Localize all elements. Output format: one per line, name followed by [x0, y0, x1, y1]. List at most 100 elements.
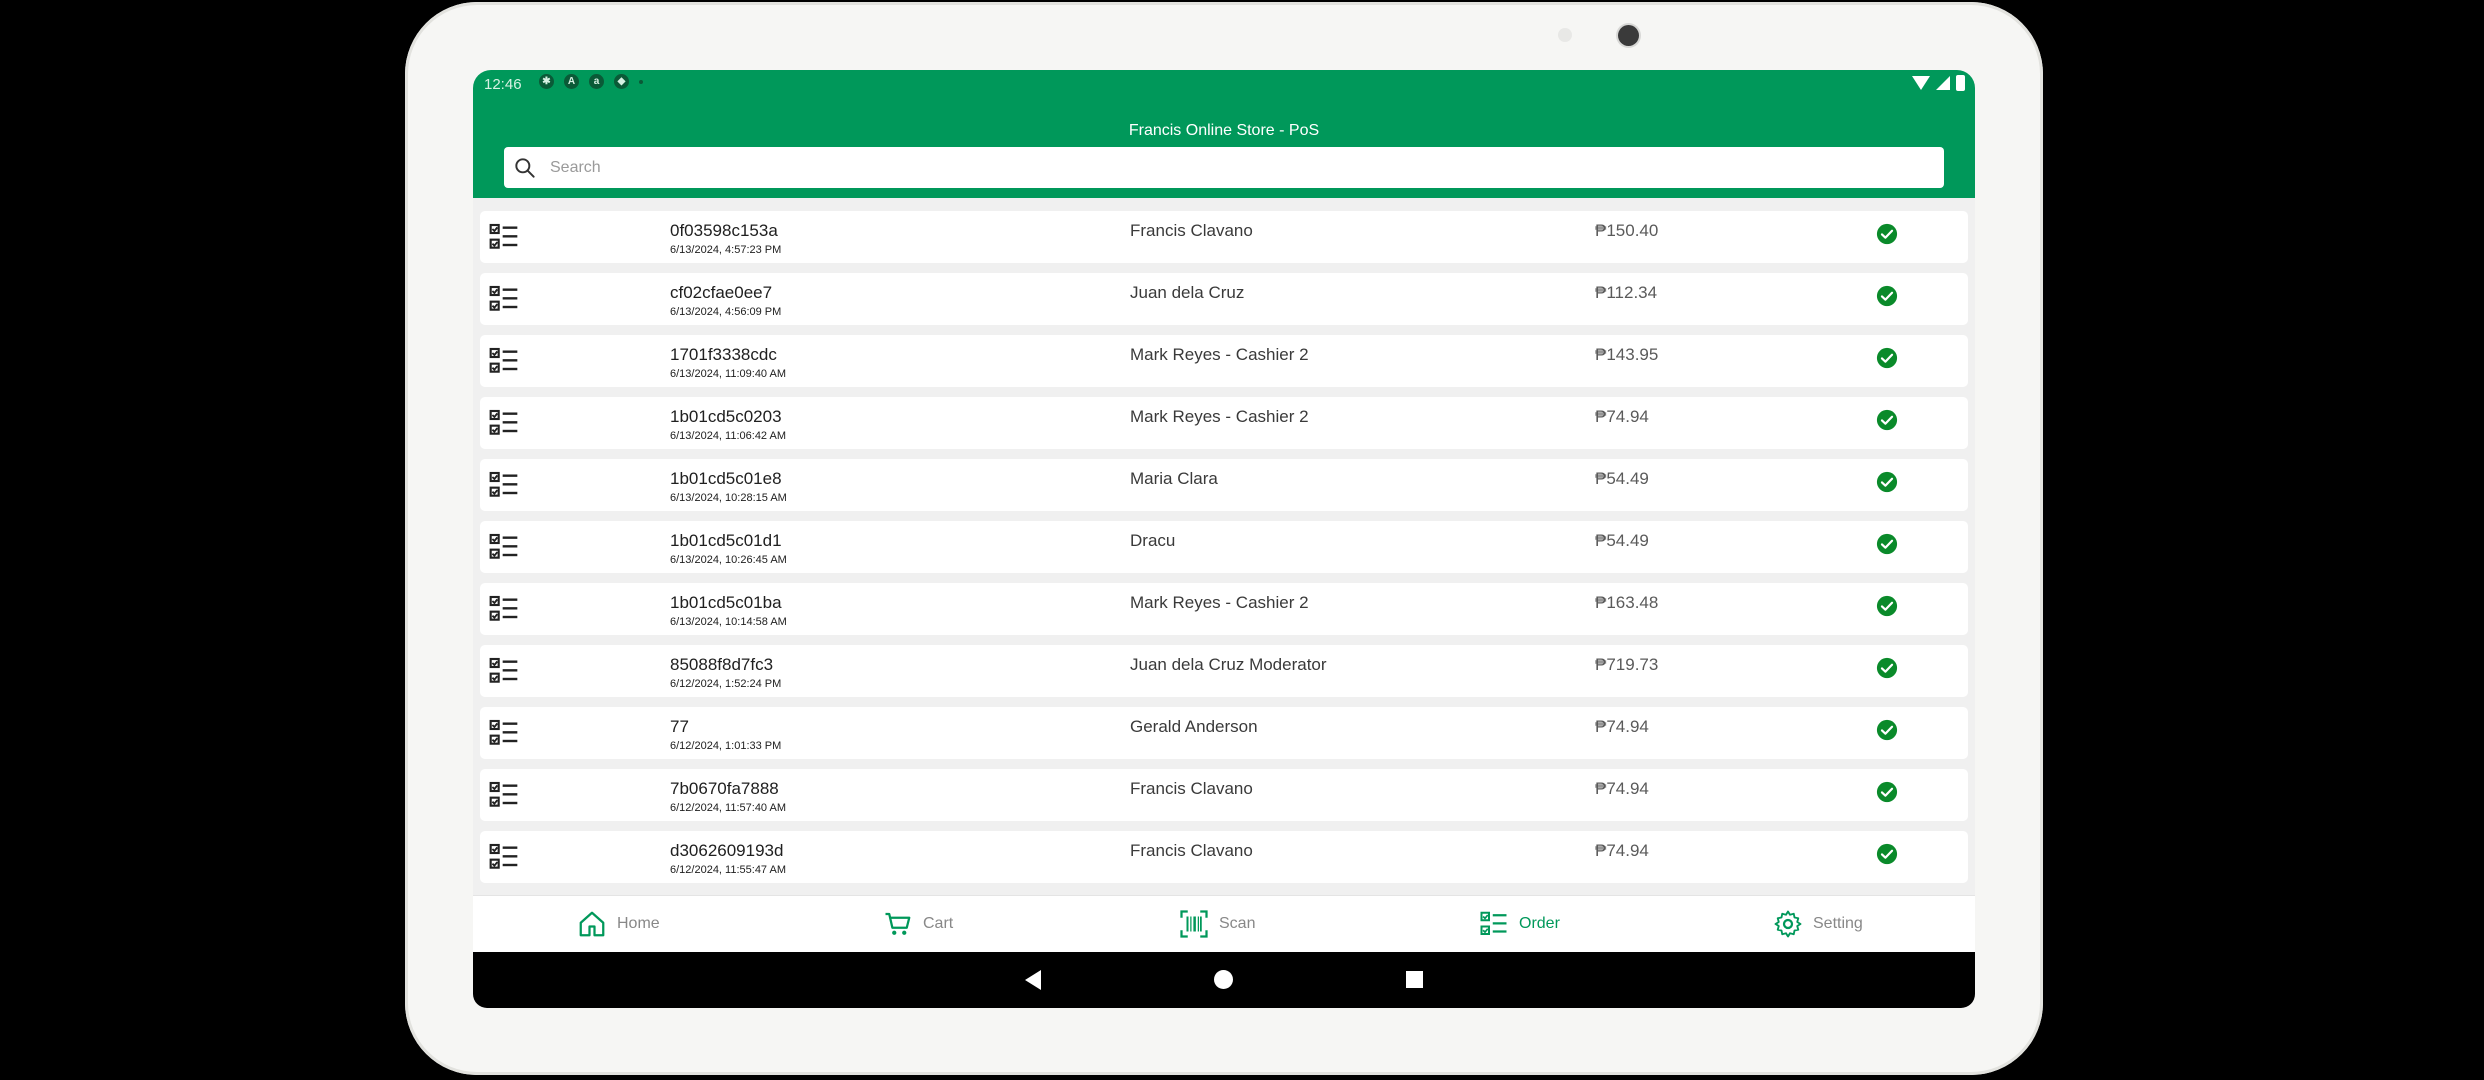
- system-navigation-bar: [473, 952, 1975, 1008]
- app-screen: 12:46 ✱ A a ◆ Francis Online Store - PoS…: [473, 70, 1975, 1008]
- nav-order[interactable]: Order: [1479, 909, 1560, 939]
- order-customer: Juan dela Cruz: [1130, 283, 1245, 302]
- search-bar[interactable]: Search: [504, 147, 1944, 188]
- nav-home[interactable]: Home: [577, 909, 660, 939]
- order-list-icon: [488, 531, 520, 563]
- order-date: 6/13/2024, 10:28:15 AM: [670, 492, 787, 504]
- nav-setting-label: Setting: [1813, 915, 1863, 932]
- order-customer: Gerald Anderson: [1130, 717, 1258, 736]
- home-icon: [579, 911, 605, 937]
- order-id: 7b0670fa7888: [670, 779, 779, 798]
- order-amount: ₱74.94: [1595, 717, 1649, 736]
- barcode-scan-icon: [1180, 910, 1208, 938]
- back-icon[interactable]: [1025, 970, 1041, 990]
- order-customer: Francis Clavano: [1130, 841, 1253, 860]
- order-row[interactable]: d3062609193d 6/12/2024, 11:55:47 AM Franci…: [480, 831, 1968, 883]
- order-id: 85088f8d7fc3: [670, 655, 774, 674]
- search-icon: [515, 157, 535, 178]
- nav-cart[interactable]: Cart: [883, 909, 953, 939]
- order-list-icon: [488, 655, 520, 687]
- order-list-icon: [488, 283, 520, 315]
- search-input[interactable]: Search: [550, 159, 601, 177]
- battery-icon: [1956, 75, 1965, 91]
- check-circle-icon: [1876, 781, 1898, 803]
- check-circle-icon: [1876, 595, 1898, 617]
- order-list-icon: [488, 469, 520, 501]
- order-customer: Mark Reyes - Cashier 2: [1130, 407, 1309, 426]
- recent-apps-icon[interactable]: [1406, 971, 1423, 988]
- app-header: 12:46 ✱ A a ◆ Francis Online Store - PoS…: [473, 70, 1975, 198]
- order-list-icon: [488, 407, 520, 439]
- check-circle-icon: [1876, 719, 1898, 741]
- order-row[interactable]: 77 6/12/2024, 1:01:33 PM Gerald Anderson ₱7…: [480, 707, 1968, 759]
- nav-home-label: Home: [617, 915, 660, 932]
- nav-scan[interactable]: Scan: [1179, 909, 1255, 939]
- order-amount: ₱74.94: [1595, 841, 1649, 860]
- order-customer: Francis Clavano: [1130, 779, 1253, 798]
- bottom-navigation: Home Cart Scan Order Setting: [473, 895, 1975, 952]
- order-date: 6/12/2024, 1:52:24 PM: [670, 678, 782, 690]
- order-id: d3062609193d: [670, 841, 784, 860]
- order-list-icon: [488, 593, 520, 625]
- order-id: 1b01cd5c0203: [670, 407, 782, 426]
- order-customer: Maria Clara: [1130, 469, 1218, 488]
- sensor-dot: [1558, 28, 1572, 42]
- order-row[interactable]: 1b01cd5c01e8 6/13/2024, 10:28:15 AM Maria …: [480, 459, 1968, 511]
- gear-icon: [1774, 910, 1802, 938]
- order-amount: ₱150.40: [1595, 221, 1659, 240]
- order-id: 1701f3338cdc: [670, 345, 777, 364]
- order-id: 1b01cd5c01e8: [670, 469, 782, 488]
- translate-notification-icon: a: [589, 74, 604, 89]
- order-id: 1b01cd5c01d1: [670, 531, 782, 550]
- order-row[interactable]: 1b01cd5c0203 6/13/2024, 11:06:42 AM Mark R…: [480, 397, 1968, 449]
- check-circle-icon: [1876, 409, 1898, 431]
- order-list-icon: [488, 221, 520, 253]
- order-amount: ₱74.94: [1595, 779, 1649, 798]
- order-row[interactable]: 0f03598c153a 6/13/2024, 4:57:23 PM Francis…: [480, 211, 1968, 263]
- order-row[interactable]: 7b0670fa7888 6/12/2024, 11:57:40 AM Franci…: [480, 769, 1968, 821]
- order-amount: ₱74.94: [1595, 407, 1649, 426]
- check-circle-icon: [1876, 657, 1898, 679]
- order-date: 6/12/2024, 11:55:47 AM: [670, 864, 786, 876]
- order-amount: ₱54.49: [1595, 531, 1649, 550]
- check-circle-icon: [1876, 843, 1898, 865]
- order-row[interactable]: 1b01cd5c01ba 6/13/2024, 10:14:58 AM Mark R…: [480, 583, 1968, 635]
- shield-notification-icon: ◆: [614, 74, 629, 89]
- order-checklist-icon: [1480, 911, 1507, 935]
- status-time: 12:46: [484, 76, 522, 93]
- order-id: 0f03598c153a: [670, 221, 778, 240]
- order-amount: ₱163.48: [1595, 593, 1659, 612]
- more-notifications-dot: [639, 79, 643, 84]
- order-date: 6/13/2024, 11:09:40 AM: [670, 368, 786, 380]
- order-date: 6/12/2024, 1:01:33 PM: [670, 740, 782, 752]
- order-customer: Mark Reyes - Cashier 2: [1130, 593, 1309, 612]
- order-row[interactable]: 1b01cd5c01d1 6/13/2024, 10:26:45 AM Dracu ₱…: [480, 521, 1968, 573]
- order-customer: Mark Reyes - Cashier 2: [1130, 345, 1309, 364]
- wifi-icon: [1912, 76, 1930, 90]
- order-row[interactable]: cf02cfae0ee7 6/13/2024, 4:56:09 PM Juan de…: [480, 273, 1968, 325]
- order-amount: ₱54.49: [1595, 469, 1649, 488]
- android-notification-icon: A: [564, 74, 579, 89]
- check-circle-icon: [1876, 285, 1898, 307]
- order-amount: ₱719.73: [1595, 655, 1659, 674]
- nav-setting[interactable]: Setting: [1773, 909, 1863, 939]
- order-row[interactable]: 1701f3338cdc 6/13/2024, 11:09:40 AM Mark R…: [480, 335, 1968, 387]
- nav-cart-label: Cart: [923, 915, 954, 932]
- home-circle-icon[interactable]: [1214, 970, 1233, 989]
- settings-notification-icon: ✱: [539, 74, 554, 89]
- order-customer: Juan dela Cruz Moderator: [1130, 655, 1327, 674]
- check-circle-icon: [1876, 533, 1898, 555]
- order-customer: Francis Clavano: [1130, 221, 1253, 240]
- order-date: 6/13/2024, 4:57:23 PM: [670, 244, 782, 256]
- order-customer: Dracu: [1130, 531, 1176, 550]
- check-circle-icon: [1876, 471, 1898, 493]
- order-list-icon: [488, 779, 520, 811]
- order-list-icon: [488, 717, 520, 749]
- check-circle-icon: [1876, 223, 1898, 245]
- signal-icon: [1936, 76, 1950, 90]
- order-amount: ₱143.95: [1595, 345, 1659, 364]
- front-camera: [1618, 25, 1639, 46]
- order-id: 77: [670, 717, 689, 736]
- check-circle-icon: [1876, 347, 1898, 369]
- order-row[interactable]: 85088f8d7fc3 6/12/2024, 1:52:24 PM Juan de…: [480, 645, 1968, 697]
